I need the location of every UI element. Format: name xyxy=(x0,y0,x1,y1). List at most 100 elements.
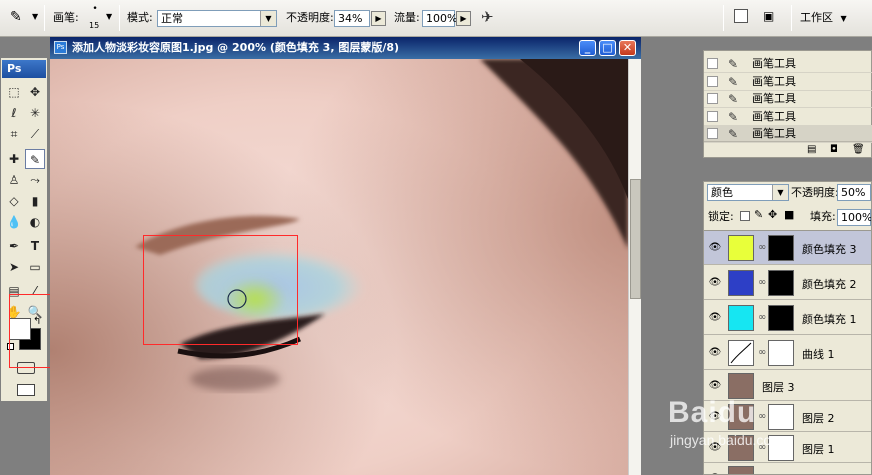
history-item[interactable]: ✎ 画笔工具 xyxy=(704,90,872,108)
mask-link-icon[interactable]: ∞ xyxy=(758,347,766,358)
blur-tool-icon[interactable]: 💧 xyxy=(4,212,24,232)
layer-row[interactable]: 👁 ∞ 颜色填充 2 xyxy=(704,266,871,300)
brush-preview-icon[interactable]: • xyxy=(88,4,102,14)
layer-row[interactable]: 👁 ∞ 曲线 1 xyxy=(704,336,871,370)
lock-all-icon[interactable]: ■ xyxy=(784,208,794,221)
toolbox: Ps ⬚ ✥ ℓ ✳ ⌗ ⟋ ✚ ✎ ♙ ⤳ ◇ ▮ 💧 ◐ ✒ T ➤ ▭ ▤… xyxy=(0,57,69,402)
history-source-checkbox[interactable] xyxy=(707,75,718,87)
opacity-input[interactable]: 34% xyxy=(334,10,370,27)
layer-mask-thumbnail[interactable] xyxy=(768,235,794,261)
lasso-tool-icon[interactable]: ℓ xyxy=(4,103,24,123)
gradient-tool-icon[interactable]: ▮ xyxy=(25,191,45,211)
image-canvas[interactable] xyxy=(50,59,628,475)
minimize-button[interactable]: _ xyxy=(579,40,596,56)
layer-row[interactable]: 👁背景 xyxy=(704,464,871,474)
curves-thumbnail[interactable] xyxy=(728,340,754,366)
lock-position-icon[interactable]: ✥ xyxy=(768,208,777,221)
history-item-label: 画笔工具 xyxy=(752,109,796,123)
document-titlebar[interactable]: Ps 添加人物淡彩妆容原图1.jpg @ 200% (颜色填充 3, 图层蒙版/… xyxy=(50,37,641,59)
mask-link-icon[interactable]: ∞ xyxy=(758,411,766,422)
visibility-eye-icon[interactable]: 👁 xyxy=(708,242,722,254)
file-browser-icon[interactable]: ▣ xyxy=(763,9,783,23)
history-item[interactable]: ✎ 画笔工具 xyxy=(704,73,872,91)
delete-state-icon[interactable]: 🗑 xyxy=(852,144,865,155)
document-window: Ps 添加人物淡彩妆容原图1.jpg @ 200% (颜色填充 3, 图层蒙版/… xyxy=(50,37,641,475)
blend-mode-value: 颜色 xyxy=(711,186,733,199)
layer-opacity-input[interactable]: 50% xyxy=(837,184,871,201)
move-tool-icon[interactable]: ✥ xyxy=(25,82,45,102)
history-source-checkbox[interactable] xyxy=(707,128,718,139)
visibility-eye-icon[interactable]: 👁 xyxy=(708,380,722,392)
layer-name: 颜色填充 2 xyxy=(802,278,857,291)
mask-link-icon[interactable]: ∞ xyxy=(758,312,766,323)
pen-tool-icon[interactable]: ✒ xyxy=(4,236,24,256)
mask-link-icon[interactable]: ∞ xyxy=(758,242,766,253)
mask-link-icon[interactable]: ∞ xyxy=(758,277,766,288)
fill-color-thumbnail[interactable] xyxy=(728,270,754,296)
layer-name: 图层 1 xyxy=(802,443,835,456)
layer-thumbnail[interactable] xyxy=(728,466,754,474)
history-brush-tool-icon[interactable]: ⤳ xyxy=(25,170,45,190)
layer-mask-thumbnail[interactable] xyxy=(768,305,794,331)
history-item[interactable]: ✎ 画笔工具 xyxy=(704,55,872,73)
history-item-label: 画笔工具 xyxy=(752,92,796,105)
slice-tool-icon[interactable]: ⟋ xyxy=(25,124,45,144)
close-button[interactable]: ✕ xyxy=(619,40,636,56)
flow-slider-arrow-icon[interactable]: ▶ xyxy=(456,11,471,26)
brush-tool-icon[interactable]: ✎ xyxy=(25,149,45,169)
history-footer: ▤ ◘ 🗑 xyxy=(704,141,872,158)
portrait-image xyxy=(50,59,628,475)
history-source-checkbox[interactable] xyxy=(707,58,718,69)
dodge-tool-icon[interactable]: ◐ xyxy=(25,212,45,232)
history-source-checkbox[interactable] xyxy=(707,93,718,104)
new-snapshot-icon[interactable]: ◘ xyxy=(830,144,838,155)
layer-mask-thumbnail[interactable] xyxy=(768,404,794,430)
shape-tool-icon[interactable]: ▭ xyxy=(25,257,45,277)
history-source-checkbox[interactable] xyxy=(707,110,718,122)
tool-preset-dropdown-icon[interactable]: ▼ xyxy=(32,12,38,21)
marquee-tool-icon[interactable]: ⬚ xyxy=(4,82,24,102)
airbrush-icon[interactable]: ✈ xyxy=(481,8,494,26)
history-panel: ✎ 画笔工具 ✎ 画笔工具 ✎ 画笔工具 ✎ 画笔工具 ✎ 画笔工具 ▤ ◘ 🗑 xyxy=(703,50,872,158)
workspace-menu[interactable]: 工作区 ▼ xyxy=(800,11,847,26)
lock-pixels-icon[interactable]: ✎ xyxy=(754,208,763,221)
history-item[interactable]: ✎ 画笔工具 xyxy=(704,108,872,126)
lock-transparency-icon[interactable] xyxy=(740,211,750,221)
fill-input[interactable]: 100% xyxy=(837,209,871,226)
flow-input[interactable]: 100% xyxy=(422,10,457,27)
magic-wand-tool-icon[interactable]: ✳ xyxy=(25,103,45,123)
opacity-slider-arrow-icon[interactable]: ▶ xyxy=(371,11,386,26)
clone-stamp-tool-icon[interactable]: ♙ xyxy=(4,170,24,190)
layer-mask-thumbnail[interactable] xyxy=(768,340,794,366)
path-selection-tool-icon[interactable]: ➤ xyxy=(4,257,24,277)
layer-row[interactable]: 👁 ∞ 颜色填充 1 xyxy=(704,301,871,335)
mode-dropdown-icon[interactable]: ▼ xyxy=(260,11,276,26)
palette-well-icon[interactable] xyxy=(734,9,748,23)
fill-color-thumbnail[interactable] xyxy=(728,235,754,261)
blend-mode-dropdown-icon[interactable]: ▼ xyxy=(772,185,788,200)
scrollbar-thumb[interactable] xyxy=(630,179,641,299)
brush-tool-icon[interactable]: ✎ xyxy=(10,9,22,25)
type-tool-icon[interactable]: T xyxy=(25,236,45,256)
crop-tool-icon[interactable]: ⌗ xyxy=(4,124,24,144)
vertical-scrollbar[interactable] xyxy=(628,59,641,475)
brush-label: 画笔: xyxy=(53,11,79,24)
watermark-url: jingyan.baidu.com xyxy=(670,432,783,448)
eraser-tool-icon[interactable]: ◇ xyxy=(4,191,24,211)
layer-mask-thumbnail[interactable] xyxy=(768,270,794,296)
brush-tool-icon: ✎ xyxy=(728,74,739,89)
fill-color-thumbnail[interactable] xyxy=(728,305,754,331)
healing-brush-tool-icon[interactable]: ✚ xyxy=(4,149,24,169)
layer-row[interactable]: 👁 ∞ 颜色填充 3 xyxy=(704,231,871,265)
brush-picker-arrow-icon[interactable]: ▼ xyxy=(106,12,112,21)
new-document-from-state-icon[interactable]: ▤ xyxy=(807,144,816,155)
visibility-eye-icon[interactable]: 👁 xyxy=(708,347,722,359)
mode-select[interactable]: 正常 ▼ xyxy=(157,10,277,27)
layer-name: 颜色填充 1 xyxy=(802,313,857,326)
maximize-button[interactable]: □ xyxy=(599,40,616,56)
layer-opacity-label: 不透明度: xyxy=(791,186,839,199)
screen-mode-icon[interactable] xyxy=(17,384,35,396)
visibility-eye-icon[interactable]: 👁 xyxy=(708,312,722,324)
blend-mode-select[interactable]: 颜色 ▼ xyxy=(707,184,789,201)
visibility-eye-icon[interactable]: 👁 xyxy=(708,277,722,289)
